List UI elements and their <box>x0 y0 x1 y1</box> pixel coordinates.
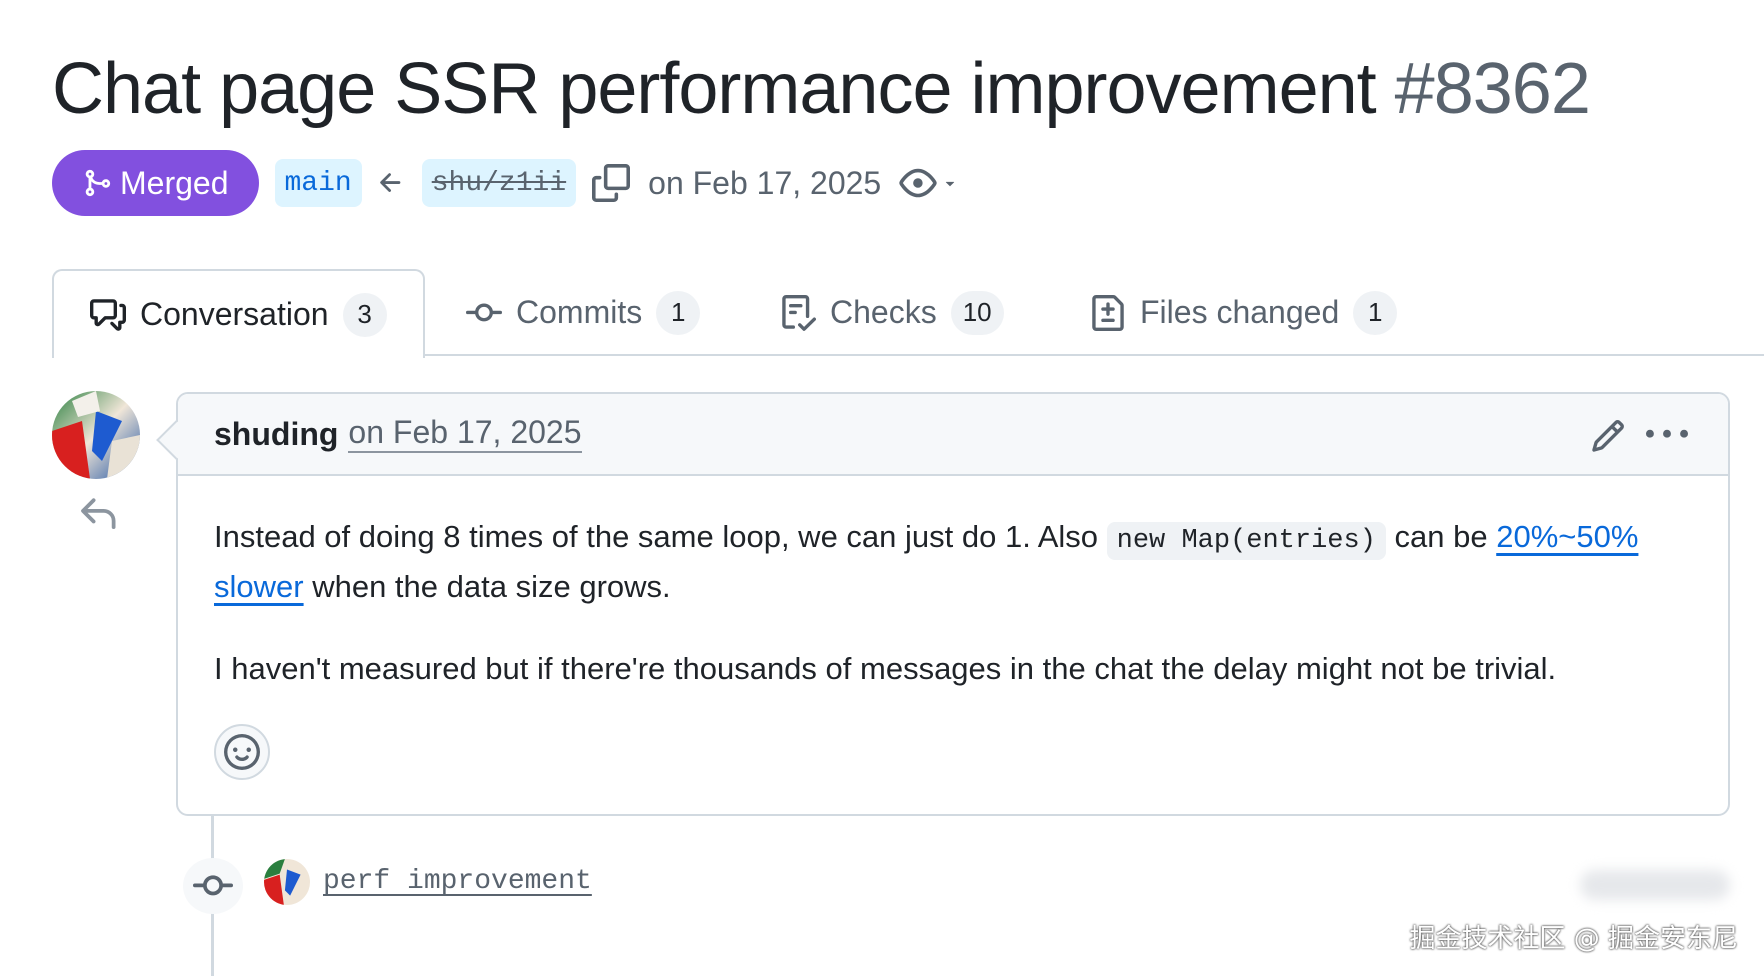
eye-icon[interactable] <box>899 164 937 202</box>
comment-text-1b: can be <box>1385 519 1497 554</box>
comment-paragraph-2: I haven't measured but if there're thous… <box>214 651 1557 686</box>
comment-text-1a: Instead of doing 8 times of the same loo… <box>214 519 1107 554</box>
head-branch[interactable]: shu/z1ii <box>421 159 577 207</box>
pr-tabs: Conversation 3 Commits 1 Checks 10 Files… <box>52 269 1764 358</box>
inline-code: new Map(entries) <box>1106 522 1386 560</box>
tab-checks-count: 10 <box>950 290 1004 335</box>
comment-header: shuding on Feb 17, 2025 <box>178 394 1728 476</box>
commit-node <box>183 858 243 914</box>
commit-author-avatar[interactable] <box>264 859 310 905</box>
copy-icon[interactable] <box>592 164 631 202</box>
pr-number: #8362 <box>1394 49 1591 129</box>
comment-body: Instead of doing 8 times of the same loo… <box>178 476 1728 692</box>
tab-commits-count: 1 <box>656 290 701 335</box>
caret-down-icon[interactable] <box>941 174 959 192</box>
tab-checks[interactable]: Checks 10 <box>780 269 1004 356</box>
git-merge-icon <box>85 169 111 197</box>
base-branch[interactable]: main <box>274 159 362 207</box>
smiley-icon <box>224 734 260 770</box>
watermark: 掘金技术社区 @ 掘金安东尼 <box>1409 924 1738 954</box>
tab-conversation-label: Conversation <box>140 296 329 332</box>
tab-files-changed-label: Files changed <box>1140 294 1340 330</box>
comment-box: shuding on Feb 17, 2025 Instead of doing… <box>176 392 1730 816</box>
git-commit-icon <box>193 875 233 896</box>
merged-label: Merged <box>120 164 229 201</box>
comment-text-1c: when the data size grows. <box>303 569 671 604</box>
kebab-horizontal-icon[interactable] <box>1646 414 1688 456</box>
commit-message-link[interactable]: perf improvement <box>323 866 592 897</box>
tab-files-changed[interactable]: Files changed 1 <box>1090 269 1398 356</box>
tab-checks-label: Checks <box>830 294 937 330</box>
git-commit-icon <box>466 302 502 321</box>
reply-icon <box>81 498 116 529</box>
pr-meta: Merged main shu/z1ii on Feb 17, 2025 <box>52 150 959 216</box>
tab-conversation-count: 3 <box>342 292 387 337</box>
comment-paragraph-1: Instead of doing 8 times of the same loo… <box>214 514 1692 610</box>
pr-date: on Feb 17, 2025 <box>648 164 882 201</box>
file-diff-icon <box>1092 294 1124 331</box>
comment-author[interactable]: shuding <box>214 416 338 453</box>
pr-title-text: Chat page SSR performance improvement <box>52 49 1377 129</box>
tab-commits[interactable]: Commits 1 <box>466 269 701 356</box>
commit-sha-blurred <box>1580 870 1730 900</box>
tab-conversation[interactable]: Conversation 3 <box>52 269 425 358</box>
arrow-left-icon <box>379 173 401 192</box>
tab-files-changed-count: 1 <box>1353 290 1398 335</box>
merged-badge: Merged <box>52 150 259 216</box>
pr-title: Chat page SSR performance improvement #8… <box>52 48 1591 130</box>
checklist-icon <box>782 294 816 331</box>
comment-date[interactable]: on Feb 17, 2025 <box>348 415 582 453</box>
tab-commits-label: Commits <box>516 294 643 330</box>
add-reaction-button[interactable] <box>214 724 270 780</box>
comment-discussion-icon <box>90 298 126 331</box>
pencil-icon[interactable] <box>1590 418 1626 454</box>
author-avatar[interactable] <box>52 391 140 479</box>
